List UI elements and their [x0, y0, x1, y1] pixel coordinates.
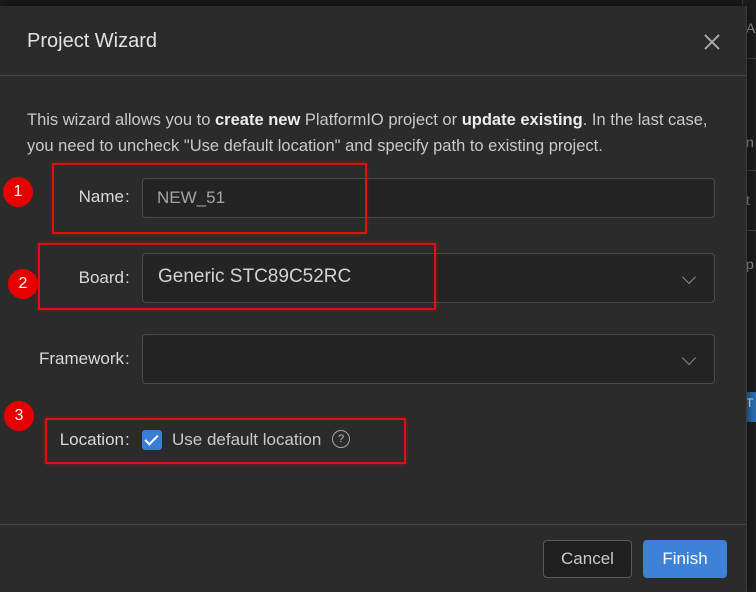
- footer-divider: [0, 524, 746, 525]
- intro-text: This wizard allows you to create new Pla…: [27, 111, 708, 155]
- annotation-box-board: [38, 243, 436, 310]
- background-text: A: [746, 20, 756, 36]
- background-text: n: [746, 134, 754, 150]
- framework-separator: :: [125, 349, 130, 368]
- background-text: p: [746, 256, 754, 272]
- dialog-title: Project Wizard: [27, 30, 158, 52]
- chevron-down-icon: [681, 269, 697, 285]
- annotation-badge: 1: [3, 177, 33, 207]
- dialog-header: Project Wizard: [0, 6, 746, 76]
- annotation-badge: 2: [8, 269, 38, 299]
- framework-label: Framework: [38, 349, 124, 368]
- finish-button[interactable]: Finish: [643, 540, 727, 578]
- annotation-badge: 3: [4, 401, 34, 431]
- annotation-box-location: [45, 418, 406, 464]
- close-icon[interactable]: [700, 30, 724, 54]
- cancel-button[interactable]: Cancel: [543, 540, 632, 578]
- chevron-down-icon: [681, 350, 697, 366]
- background-text: T: [746, 396, 754, 410]
- annotation-box-name: [52, 163, 367, 234]
- framework-select[interactable]: [142, 334, 715, 384]
